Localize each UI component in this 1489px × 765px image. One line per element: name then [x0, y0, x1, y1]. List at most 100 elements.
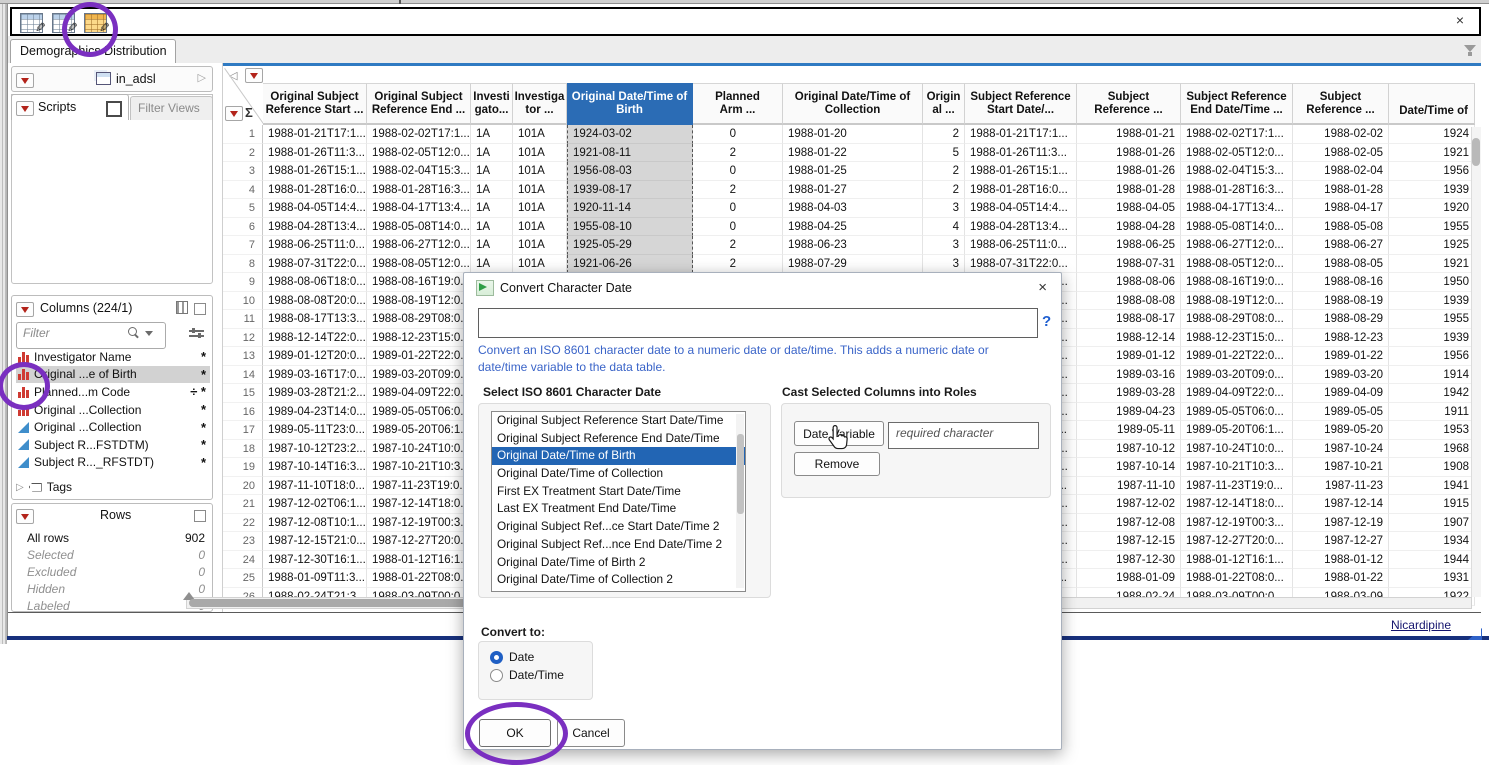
grid-cell[interactable]: 1A	[471, 199, 513, 218]
grid-cell[interactable]: 1988-01-26T15:1...	[263, 162, 367, 181]
filter-settings-icon[interactable]	[189, 327, 204, 340]
grid-cell[interactable]: 1988-08-16T19:0...	[1181, 273, 1293, 292]
grid-cell[interactable]: 1988-06-27	[1293, 236, 1389, 255]
row-number[interactable]: 23	[223, 532, 263, 551]
grid-cell[interactable]: 1988-01-26	[1077, 162, 1181, 181]
grid-cell[interactable]: 1989-04-23	[1077, 403, 1181, 422]
grid-cell[interactable]: 1988-04-05T14:4...	[263, 199, 367, 218]
grid-cell[interactable]: 1987-12-15T21:0...	[263, 532, 367, 551]
grid-cell[interactable]: 1989-05-05T06:0...	[367, 403, 471, 422]
row-number[interactable]: 15	[223, 384, 263, 403]
columns-filter-input[interactable]: Filter	[16, 322, 166, 349]
grid-cell[interactable]: 3	[923, 199, 965, 218]
grid-cell[interactable]: 1988-01-26T11:3...	[965, 144, 1077, 163]
column-list-item[interactable]: Original ...Collection*	[16, 401, 210, 419]
status-link[interactable]: Nicardipine	[1391, 618, 1451, 632]
grid-cell[interactable]: 1989-05-20T06:1...	[367, 421, 471, 440]
toolbar-close-icon[interactable]: ×	[1451, 12, 1469, 28]
grid-cell[interactable]: 3	[923, 255, 965, 274]
grid-cell[interactable]: 1989-03-20T09:0...	[367, 366, 471, 385]
grid-cell[interactable]: 1989-05-11	[1077, 421, 1181, 440]
grid-cell[interactable]: 1987-11-23T19:0...	[367, 477, 471, 496]
row-number[interactable]: 14	[223, 366, 263, 385]
grid-header-cell[interactable]: Planned Arm ...	[693, 83, 783, 125]
grid-cell[interactable]: 1988-08-19	[1293, 292, 1389, 311]
grid-cell[interactable]: 1988-06-27T12:0...	[1181, 236, 1293, 255]
row-number[interactable]: 25	[223, 569, 263, 588]
rows-header-red-triangle[interactable]	[225, 106, 243, 121]
iso-column-option[interactable]: Original Subject Ref...nce End Date/Time…	[492, 536, 745, 554]
grid-cell[interactable]: 1A	[471, 162, 513, 181]
grid-cell[interactable]: 1988-01-12T16:1...	[1181, 551, 1293, 570]
row-number[interactable]: 13	[223, 347, 263, 366]
grid-cell[interactable]: 1989-04-09T22:0...	[367, 384, 471, 403]
grid-cell[interactable]: 1956-08-03	[567, 162, 693, 181]
grid-cell[interactable]: 2	[693, 255, 783, 274]
grid-cell[interactable]: 101A	[513, 144, 567, 163]
grid-cell[interactable]: 1988-01-20	[783, 125, 923, 144]
grid-cell[interactable]: 1925-05-29	[567, 236, 693, 255]
grid-cell[interactable]: 1987-12-27T20:0...	[367, 532, 471, 551]
grid-cell[interactable]: 1988-01-09	[1077, 569, 1181, 588]
grid-cell[interactable]: 1988-04-25	[783, 218, 923, 237]
grid-cell[interactable]: 4	[923, 218, 965, 237]
grid-cell[interactable]: 1988-05-08T14:0...	[1181, 218, 1293, 237]
grid-cell[interactable]: 1989-05-05	[1293, 403, 1389, 422]
row-number[interactable]: 4	[223, 181, 263, 200]
iso-column-option[interactable]: First EX Treatment Start Date/Time	[492, 483, 745, 501]
grid-cell[interactable]: 0	[693, 125, 783, 144]
grid-cell[interactable]: 1988-08-08T20:0...	[263, 292, 367, 311]
tab-scripts[interactable]: Scripts	[11, 94, 129, 120]
grid-cell[interactable]: 1987-12-14T18:0...	[367, 495, 471, 514]
date-variable-field[interactable]: required character	[888, 422, 1039, 449]
grid-cell[interactable]: 1988-01-28T16:0...	[965, 181, 1077, 200]
grid-cell[interactable]: 1988-01-21T17:1...	[263, 125, 367, 144]
remove-button[interactable]: Remove	[794, 452, 880, 476]
grid-cell[interactable]: 1989-01-22T22:0...	[367, 347, 471, 366]
grid-cell[interactable]: 1988-04-17T13:4...	[367, 199, 471, 218]
rows-panel-maximize-icon[interactable]	[194, 510, 206, 522]
grid-cell[interactable]: 1915	[1389, 495, 1475, 514]
grid-cell[interactable]: 2	[693, 144, 783, 163]
row-number[interactable]: 8	[223, 255, 263, 274]
grid-cell[interactable]: 1968	[1389, 440, 1475, 459]
vertical-scrollbar[interactable]	[1471, 127, 1481, 597]
grid-cell[interactable]: 1956	[1389, 347, 1475, 366]
grid-cell[interactable]: 1989-03-28	[1077, 384, 1181, 403]
row-number[interactable]: 6	[223, 218, 263, 237]
grid-cell[interactable]: 1987-10-24T10:0...	[367, 440, 471, 459]
grid-cell[interactable]: 1987-12-14T18:0...	[1181, 495, 1293, 514]
iso-column-option[interactable]: Original Date/Time of Birth 2	[492, 554, 745, 572]
grid-cell[interactable]: 1A	[471, 236, 513, 255]
grid-cell[interactable]: 1A	[471, 255, 513, 274]
grid-cell[interactable]: 1989-05-20	[1293, 421, 1389, 440]
grid-cell[interactable]: 1924-03-02	[567, 125, 693, 144]
grid-cell[interactable]: 1987-12-27	[1293, 532, 1389, 551]
grid-cell[interactable]: 1989-03-16	[1077, 366, 1181, 385]
grid-cell[interactable]: 1914	[1389, 366, 1475, 385]
grid-cell[interactable]: 1987-10-12T23:2...	[263, 440, 367, 459]
scripts-menu-red-triangle[interactable]	[16, 101, 34, 116]
tags-expand-icon[interactable]: ▷	[16, 482, 24, 493]
column-list-item[interactable]: Investigator Name*	[16, 348, 210, 366]
grid-cell[interactable]: 1988-08-17T13:3...	[263, 310, 367, 329]
grid-cell[interactable]: 1939-08-17	[567, 181, 693, 200]
row-number[interactable]: 5	[223, 199, 263, 218]
radio-date[interactable]	[490, 651, 503, 664]
grid-cell[interactable]: 1921-06-26	[567, 255, 693, 274]
grid-header-cell[interactable]: Subject Reference End Date/Time ...	[1181, 83, 1293, 125]
grid-header-cell[interactable]: Investiga tor ...	[513, 83, 567, 125]
grid-header-cell[interactable]: Original Date/Time of Collection	[783, 83, 923, 125]
grid-cell[interactable]: 1988-12-14	[1077, 329, 1181, 348]
iso-column-option[interactable]: Original Date/Time of Collection	[492, 465, 745, 483]
grid-cell[interactable]: 1939	[1389, 181, 1475, 200]
grid-cell[interactable]: 1934	[1389, 532, 1475, 551]
grid-cell[interactable]: 1987-11-10T18:0...	[263, 477, 367, 496]
grid-cell[interactable]: 101A	[513, 255, 567, 274]
column-viewer-icon[interactable]	[176, 301, 188, 314]
grid-cell[interactable]: 1955	[1389, 310, 1475, 329]
grid-cell[interactable]: 1921-08-11	[567, 144, 693, 163]
grid-header-cell[interactable]: Original Date/Time of Birth	[567, 83, 693, 125]
row-number[interactable]: 20	[223, 477, 263, 496]
grid-cell[interactable]: 1988-12-23T15:0...	[1181, 329, 1293, 348]
